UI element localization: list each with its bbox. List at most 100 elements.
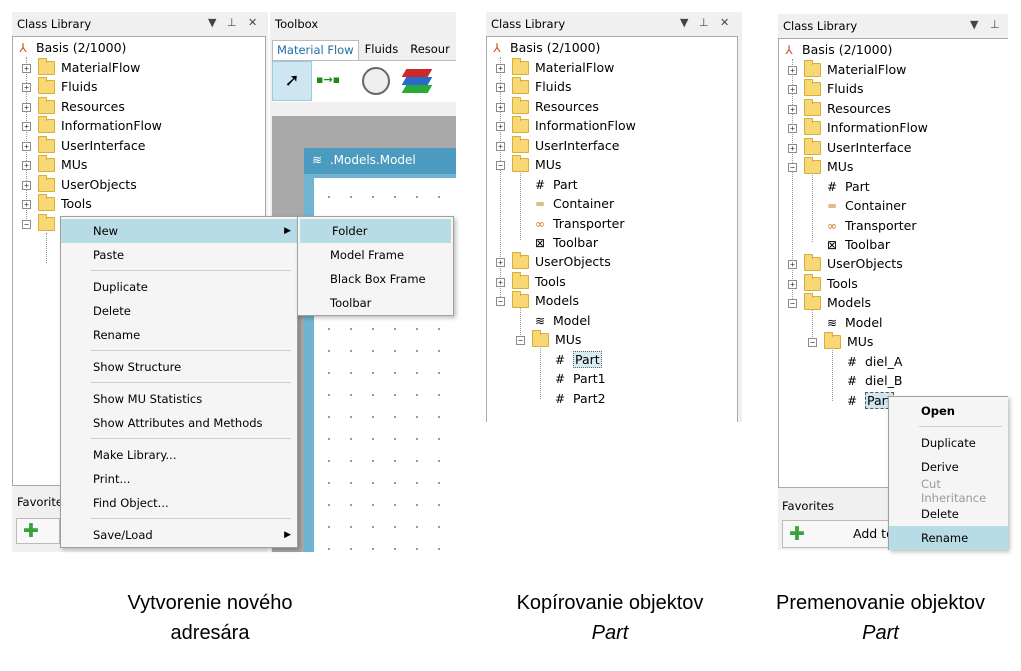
tab-resources[interactable]: Resour — [404, 40, 456, 60]
tree-node-models-mus[interactable]: MUs — [824, 331, 873, 351]
menu-item-save-load[interactable]: Save/Load ▶ — [61, 523, 297, 547]
submenu-item-model-frame[interactable]: Model Frame — [298, 243, 453, 267]
tree-node-model[interactable]: ≋ Model — [532, 311, 591, 330]
tree-node-basis[interactable]: ⅄ Basis (2/1000) — [15, 38, 126, 57]
menu-item-new[interactable]: New ▶ — [61, 219, 297, 243]
menu-item-show-attributes[interactable]: Show Attributes and Methods — [61, 411, 297, 435]
tree-node-informationflow[interactable]: InformationFlow — [512, 115, 636, 135]
menu-item-duplicate[interactable]: Duplicate — [889, 431, 1008, 455]
collapse-icon[interactable]: − — [788, 163, 797, 172]
tab-fluids[interactable]: Fluids — [359, 40, 405, 60]
tree-node-part2[interactable]: # Part2 — [552, 389, 606, 408]
menu-item-derive[interactable]: Derive — [889, 455, 1008, 479]
tree-node-toolbar[interactable]: ⊠ Toolbar — [824, 235, 890, 254]
expand-icon[interactable]: + — [788, 144, 797, 153]
submenu-item-toolbar[interactable]: Toolbar — [298, 291, 453, 315]
dropdown-arrow-icon[interactable]: ▼ — [680, 16, 688, 29]
tree-node-part1[interactable]: # Part1 — [552, 369, 606, 388]
tree-node-fluids[interactable]: Fluids — [512, 76, 572, 96]
tree-node-informationflow[interactable]: InformationFlow — [804, 117, 928, 137]
tree-node-mus[interactable]: MUs — [804, 156, 853, 176]
tree-node-part[interactable]: # Part — [824, 177, 870, 196]
close-icon[interactable]: ✕ — [248, 16, 257, 29]
tree-node-tools[interactable]: Tools — [804, 273, 858, 293]
dropdown-arrow-icon[interactable]: ▼ — [208, 16, 216, 29]
expand-icon[interactable]: + — [496, 83, 505, 92]
expand-icon[interactable]: + — [788, 280, 797, 289]
expand-icon[interactable]: + — [788, 66, 797, 75]
collapse-icon[interactable]: − — [808, 338, 817, 347]
menu-item-duplicate[interactable]: Duplicate — [61, 275, 297, 299]
tree-node-materialflow[interactable]: MaterialFlow — [512, 57, 614, 77]
tree-node-informationflow[interactable]: InformationFlow — [38, 115, 162, 135]
tree-node-transporter[interactable]: ∞ Transporter — [532, 214, 624, 233]
tree-node-mus[interactable]: MUs — [512, 154, 561, 174]
menu-item-delete[interactable]: Delete — [889, 502, 1008, 526]
tree-node-userobjects[interactable]: UserObjects — [38, 174, 137, 194]
collapse-icon[interactable]: − — [496, 161, 505, 170]
expand-icon[interactable]: + — [22, 64, 31, 73]
tree-node-fluids[interactable]: Fluids — [38, 76, 98, 96]
collapse-icon[interactable]: − — [496, 297, 505, 306]
pin-icon[interactable]: ⊥ — [699, 16, 709, 29]
expand-icon[interactable]: + — [22, 161, 31, 170]
close-icon[interactable]: ✕ — [720, 16, 729, 29]
layers-icon[interactable] — [401, 69, 433, 93]
tree-node-diel-b[interactable]: # diel_B — [844, 371, 902, 390]
expand-icon[interactable]: + — [788, 260, 797, 269]
expand-icon[interactable]: + — [496, 278, 505, 287]
tree-node-transporter[interactable]: ∞ Transporter — [824, 216, 916, 235]
menu-item-cut-inheritance[interactable]: Cut Inheritance — [889, 477, 1008, 505]
menu-item-rename[interactable]: Rename — [889, 526, 1008, 550]
menu-item-print[interactable]: Print... — [61, 467, 297, 491]
pin-icon[interactable]: ⊥ — [990, 18, 1000, 31]
expand-icon[interactable]: + — [788, 124, 797, 133]
menu-item-find-object[interactable]: Find Object... — [61, 491, 297, 515]
tree-node-models[interactable] — [38, 213, 61, 233]
pin-icon[interactable]: ⊥ — [227, 16, 237, 29]
tree-node-userinterface[interactable]: UserInterface — [38, 135, 145, 155]
submenu-item-folder[interactable]: Folder — [300, 219, 451, 243]
tree-node-fluids[interactable]: Fluids — [804, 78, 864, 98]
expand-icon[interactable]: + — [496, 258, 505, 267]
expand-icon[interactable]: + — [22, 83, 31, 92]
tree-node-models-mus[interactable]: MUs — [532, 329, 581, 349]
stopwatch-icon[interactable] — [362, 67, 390, 95]
expand-icon[interactable]: + — [496, 142, 505, 151]
tree-node-mus[interactable]: MUs — [38, 154, 87, 174]
tree-node-models[interactable]: Models — [512, 290, 579, 310]
submenu-item-black-box-frame[interactable]: Black Box Frame — [298, 267, 453, 291]
collapse-icon[interactable]: − — [516, 336, 525, 345]
menu-item-rename[interactable]: Rename — [61, 323, 297, 347]
expand-icon[interactable]: + — [496, 122, 505, 131]
menu-item-show-mu-statistics[interactable]: Show MU Statistics — [61, 387, 297, 411]
expand-icon[interactable]: + — [788, 105, 797, 114]
tree-node-basis[interactable]: ⅄ Basis (2/1000) — [489, 38, 600, 57]
tree-node-tools[interactable]: Tools — [38, 193, 92, 213]
pointer-icon[interactable]: ➚ — [272, 61, 312, 101]
tree-node-part[interactable]: # Part — [532, 175, 578, 194]
menu-item-delete[interactable]: Delete — [61, 299, 297, 323]
collapse-icon[interactable]: − — [22, 220, 31, 229]
menu-item-paste[interactable]: Paste — [61, 243, 297, 267]
tree-node-resources[interactable]: Resources — [512, 96, 599, 116]
expand-icon[interactable]: + — [22, 181, 31, 190]
tree-node-userinterface[interactable]: UserInterface — [512, 135, 619, 155]
tree-node-resources[interactable]: Resources — [38, 96, 125, 116]
expand-icon[interactable]: + — [22, 122, 31, 131]
expand-icon[interactable]: + — [22, 200, 31, 209]
expand-icon[interactable]: + — [788, 85, 797, 94]
expand-icon[interactable]: + — [22, 103, 31, 112]
tree-node-materialflow[interactable]: MaterialFlow — [38, 57, 140, 77]
tree-node-models[interactable]: Models — [804, 292, 871, 312]
favorites-add-button[interactable]: ✚ — [16, 518, 60, 544]
tree-node-part-rename[interactable]: # Part — [844, 391, 894, 410]
tree-node-diel-a[interactable]: # diel_A — [844, 352, 902, 371]
tree-node-userobjects[interactable]: UserObjects — [512, 251, 611, 271]
tree-node-resources[interactable]: Resources — [804, 98, 891, 118]
tree-node-userinterface[interactable]: UserInterface — [804, 137, 911, 157]
connector-icon[interactable]: ▪→▪ — [316, 73, 340, 86]
expand-icon[interactable]: + — [22, 142, 31, 151]
tree-node-part-copy-source[interactable]: # Part — [552, 350, 602, 369]
tree-node-model[interactable]: ≋ Model — [824, 313, 883, 332]
